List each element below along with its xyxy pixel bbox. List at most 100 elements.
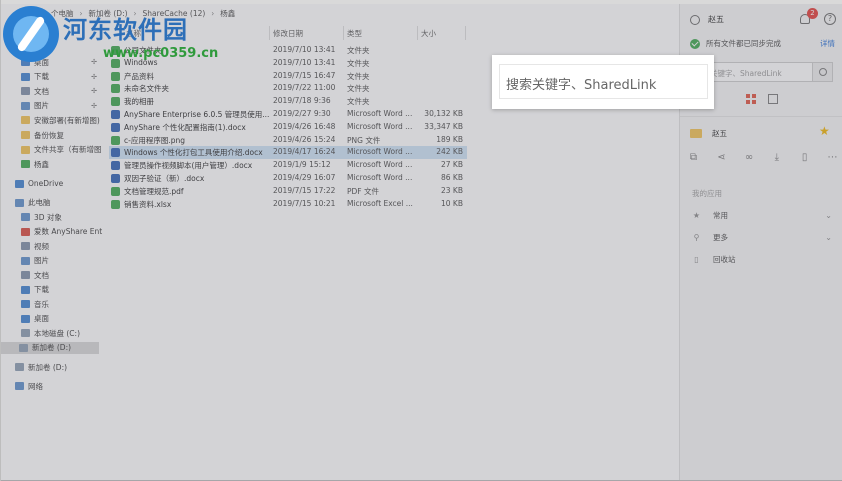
file-row[interactable]: 产品资料 2019/7/15 16:47 文件夹 [109,70,467,83]
file-date: 2019/7/18 9:36 [273,96,331,106]
nav-item-quick-access[interactable]: 杨鑫 [21,158,101,170]
folder-icon [21,116,30,125]
star-icon[interactable]: ★ [819,124,830,138]
nav-item-quick-access[interactable]: 文档 ✢ [21,85,101,97]
delete-icon[interactable]: ▯ [799,152,810,163]
nav-item-label: 下载 [34,72,49,82]
nav-item-pc[interactable]: 桌面 [21,313,101,325]
file-row[interactable]: AnyShare Enterprise 6.0.5 管理员使用... 2019/2… [109,108,467,121]
file-row[interactable]: 文档管理规范.pdf 2019/7/15 17:22 PDF 文件 23 KB [109,185,467,198]
nav-item-quick-access[interactable]: 下载 ✢ [21,71,101,83]
column-header-size[interactable]: 大小 [421,28,436,40]
file-row[interactable]: 未命名文件夹 2019/7/22 11:00 文件夹 [109,82,467,95]
panel-menu-item[interactable]: ▯ 回收站 [692,254,834,265]
nav-item-label: 3D 对象 [34,212,62,222]
nav-item-pc[interactable]: 文档 [21,269,101,281]
pin-icon: ✢ [91,101,97,110]
folder-icon [690,129,702,138]
folder-icon [21,101,30,110]
link-icon[interactable]: ∞ [744,152,755,163]
menu-item-icon: ▯ [694,255,699,264]
breadcrumb-item[interactable]: 杨鑫 [220,8,235,19]
file-date: 2019/4/26 15:24 [273,134,336,144]
nav-item-label: 新加卷 (D:) [32,343,72,353]
notification-badge: 2 [807,8,818,19]
nav-item-quick-access[interactable]: 文件共享（有新增图 [21,144,102,156]
panel-menu-item[interactable]: ★ 常用 ⌄ [692,210,834,221]
nav-item-quick-access[interactable]: 安徽部署(有新增图) [21,114,101,126]
copy-icon[interactable]: ⧉ [688,152,699,163]
file-date: 2019/7/15 17:22 [273,185,336,195]
logo-title: 河东软件园 [63,15,188,44]
nav-item-quick-access[interactable]: 备份恢复 [21,129,101,141]
grid-view-icon[interactable] [746,94,756,104]
column-header-date[interactable]: 修改日期 [273,28,303,40]
file-icon [111,84,120,94]
file-row[interactable]: Windows 个性化打包工具使用介绍.docx 2019/4/17 16:24 M… [109,146,467,160]
file-row[interactable]: 我的相册 2019/7/18 9:36 文件夹 [109,95,467,108]
panel-menu-item[interactable]: ⚲ 更多 ⌄ [692,232,834,243]
file-row[interactable]: 销售资料.xlsx 2019/7/15 10:21 Microsoft Excel … [109,198,467,211]
nav-item-pc[interactable]: 图片 [21,255,101,267]
search-button[interactable] [812,62,833,82]
nav-item-drive[interactable]: 新加卷 (D:) [15,361,95,373]
nav-item-pc[interactable]: 爱数 AnyShare Ent [21,226,103,238]
file-type: 文件夹 [347,46,370,55]
file-date: 2019/4/29 16:07 [273,172,336,182]
nav-item-pc[interactable]: 音乐 [21,298,101,310]
folder-item[interactable]: 赵五 [690,128,727,139]
file-size: 33,347 KB [424,121,463,131]
file-row[interactable]: 双因子验证（新）.docx 2019/4/29 16:07 Microsoft Wo… [109,172,467,185]
file-icon [111,71,120,81]
nav-item-pc[interactable]: 新加卷 (D:) [1,341,99,354]
nav-item-label: OneDrive [28,179,64,189]
file-icon [111,97,120,107]
menu-item-label: 更多 [713,233,728,242]
more-icon[interactable]: ⋯ [827,152,838,163]
file-icon [111,109,120,119]
folder-icon [21,271,30,280]
folder-icon [21,242,30,251]
folder-icon [21,314,30,323]
nav-item-label: 安徽部署(有新增图) [34,115,100,125]
search-icon [818,68,827,76]
detail-link[interactable]: 详情 [820,38,835,49]
user-info[interactable]: 赵五 [690,14,724,25]
dialog-search-input[interactable]: 搜索关键字、SharedLink [499,64,708,99]
file-row[interactable]: 管理员操作视频脚本(用户管理）.docx 2019/1/9 15:12 Micros… [109,159,467,172]
file-icon [111,161,120,171]
file-name: 产品资料 [124,71,154,81]
nav-item-this-pc[interactable]: 此电脑 [15,197,95,209]
file-date: 2019/7/15 16:47 [273,70,336,80]
nav-item-pc[interactable]: 3D 对象 [21,211,101,223]
watermark-logo: 河东软件园 www.pc0359.cn [3,4,218,66]
file-row[interactable]: AnyShare 个性化配置指南(1).docx 2019/4/26 16:48 M… [109,121,467,134]
file-row[interactable]: c-应用程序图.png 2019/4/26 15:24 PNG 文件 189 KB [109,134,467,147]
nav-item-label: 文档 [34,86,49,96]
column-divider[interactable] [417,26,418,40]
nav-item-quick-access[interactable]: 图片 ✢ [21,100,101,112]
nav-item-label: 网络 [28,381,43,391]
nav-item-pc[interactable]: 本地磁盘 (C:) [21,327,101,339]
file-name: 双因子验证（新）.docx [124,173,205,183]
nav-item-onedrive[interactable]: OneDrive [15,178,95,190]
nav-item-label: 爱数 AnyShare Ent [34,227,103,237]
column-divider[interactable] [269,26,270,40]
nav-item-network[interactable]: 网络 [15,380,95,392]
list-view-icon[interactable] [768,94,778,104]
chevron-down-icon: ⌄ [825,233,832,242]
nav-item-label: 杨鑫 [34,159,49,169]
nav-item-pc[interactable]: 视频 [21,240,101,252]
column-divider[interactable] [465,26,466,40]
help-icon[interactable]: ? [824,13,836,25]
file-name: c-应用程序图.png [124,135,185,145]
column-header-type[interactable]: 类型 [347,28,362,40]
share-icon[interactable]: ⋖ [716,152,727,163]
nav-item-pc[interactable]: 下载 [21,284,101,296]
menu-item-icon: ★ [692,211,701,220]
download-icon[interactable]: ⤓ [771,152,782,163]
file-type: 文件夹 [347,71,370,81]
column-divider[interactable] [343,26,344,40]
folder-icon [21,160,30,169]
sync-status: 所有文件都已同步完成 [690,38,781,49]
